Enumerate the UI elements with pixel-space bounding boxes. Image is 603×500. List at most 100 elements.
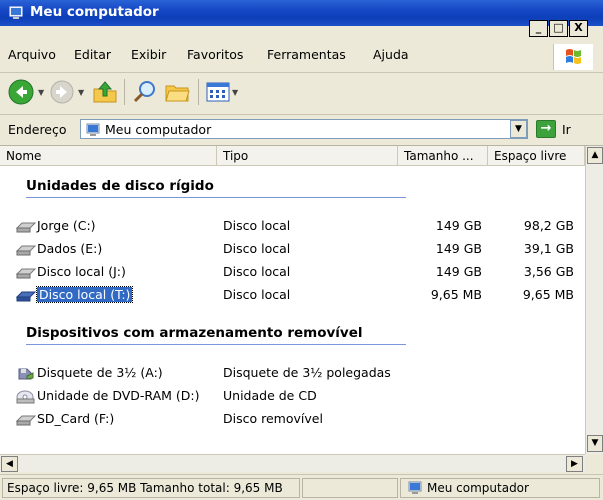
- horizontal-scrollbar[interactable]: ◀ ▶: [0, 454, 585, 472]
- drive-type: Disco local: [223, 264, 291, 279]
- drive-name: Dados (E:): [37, 241, 103, 256]
- drive-free: 3,56 GB: [523, 264, 574, 279]
- scroll-right-icon[interactable]: ▶: [566, 456, 583, 472]
- drive-name-cell: Disco local (T:): [16, 286, 134, 303]
- drive-free: 39,1 GB: [523, 241, 574, 256]
- search-icon[interactable]: [132, 79, 158, 105]
- column-header: Nome Tipo Tamanho ... Espaço livre: [0, 146, 585, 166]
- group-title: Dispositivos com armazenamento removível: [26, 325, 363, 341]
- windows-logo-icon: [553, 44, 593, 70]
- menu-exibir[interactable]: Exibir: [131, 47, 166, 62]
- drive-name-cell: Dados (E:): [16, 241, 102, 257]
- drive-name: Unidade de DVD-RAM (D:): [37, 388, 200, 403]
- status-location: Meu computador: [400, 478, 600, 498]
- table-row[interactable]: Disquete de 3½ (A:) Disquete de 3½ poleg…: [0, 363, 585, 383]
- minimize-button[interactable]: _: [529, 20, 548, 37]
- hard-drive-icon: [16, 291, 36, 301]
- drive-name: SD_Card (F:): [37, 411, 115, 426]
- address-value: Meu computador: [105, 122, 212, 137]
- maximize-button[interactable]: □: [549, 20, 568, 37]
- scroll-up-icon[interactable]: ▲: [587, 147, 603, 164]
- scroll-down-icon[interactable]: ▼: [587, 435, 603, 452]
- close-button[interactable]: X: [569, 20, 588, 37]
- back-dropdown-icon[interactable]: ▼: [38, 88, 44, 97]
- explorer-window: Meu computador _ □ X Arquivo Editar Exib…: [0, 0, 603, 500]
- my-computer-icon: [9, 6, 23, 19]
- toolbar: ▼ ▼ ▼: [0, 72, 603, 110]
- table-row[interactable]: Jorge (C:) Disco local 149 GB 98,2 GB: [0, 216, 585, 236]
- group-divider: [26, 344, 406, 345]
- back-icon[interactable]: [8, 79, 34, 105]
- menu-arquivo[interactable]: Arquivo: [8, 47, 56, 62]
- menu-editar[interactable]: Editar: [74, 47, 111, 62]
- drive-name-cell: SD_Card (F:): [16, 411, 114, 427]
- column-nome[interactable]: Nome: [0, 146, 217, 166]
- title-bar[interactable]: Meu computador: [0, 0, 603, 26]
- scroll-corner: [585, 454, 603, 472]
- column-espaco-livre[interactable]: Espaço livre: [488, 146, 585, 166]
- go-button-label[interactable]: Ir: [562, 122, 571, 137]
- drive-type: Unidade de CD: [223, 388, 317, 403]
- hard-drive-icon: [16, 222, 36, 232]
- table-row[interactable]: Disco local (J:) Disco local 149 GB 3,56…: [0, 262, 585, 282]
- vertical-scrollbar[interactable]: ▲ ▼: [585, 146, 603, 455]
- group-divider: [26, 197, 406, 198]
- floppy-icon: [18, 368, 34, 380]
- my-computer-icon: [408, 481, 422, 494]
- drive-size: 149 GB: [435, 241, 482, 256]
- drive-size: 149 GB: [435, 218, 482, 233]
- drive-name-cell: Jorge (C:): [16, 218, 96, 234]
- address-label: Endereço: [8, 122, 67, 137]
- status-location-text: Meu computador: [427, 481, 529, 495]
- up-folder-icon[interactable]: [92, 79, 118, 105]
- table-row-selected[interactable]: Disco local (T:) Disco local 9,65 MB 9,6…: [0, 285, 585, 305]
- drive-name: Disco local (J:): [37, 264, 126, 279]
- drive-name-cell: Disco local (J:): [16, 264, 126, 280]
- drive-type: Disquete de 3½ polegadas: [223, 365, 391, 380]
- column-tipo[interactable]: Tipo: [217, 146, 398, 166]
- go-arrow-icon[interactable]: →: [536, 120, 556, 138]
- drive-name-cell: Unidade de DVD-RAM (D:): [16, 388, 200, 404]
- drive-size: 149 GB: [435, 264, 482, 279]
- table-row[interactable]: Dados (E:) Disco local 149 GB 39,1 GB: [0, 239, 585, 259]
- scroll-left-icon[interactable]: ◀: [1, 456, 18, 472]
- folders-icon[interactable]: [164, 79, 192, 105]
- address-bar: Endereço Meu computador ▼ → Ir: [0, 114, 603, 142]
- views-dropdown-icon[interactable]: ▼: [232, 88, 238, 97]
- hard-drive-icon: [16, 268, 36, 278]
- drive-free: 9,65 MB: [522, 287, 574, 302]
- my-computer-icon: [86, 123, 100, 136]
- toolbar-separator: [198, 79, 199, 105]
- address-dropdown-icon[interactable]: ▼: [510, 120, 527, 138]
- menu-ajuda[interactable]: Ajuda: [373, 47, 409, 62]
- group-title: Unidades de disco rígido: [26, 178, 214, 194]
- menu-bar: Arquivo Editar Exibir Favoritos Ferramen…: [0, 42, 603, 66]
- drive-type: Disco local: [223, 241, 291, 256]
- title-gap: [0, 26, 603, 42]
- drive-type: Disco local: [223, 287, 291, 302]
- table-row[interactable]: Unidade de DVD-RAM (D:) Unidade de CD: [0, 386, 585, 406]
- drive-name-cell: Disquete de 3½ (A:): [16, 365, 163, 381]
- dvd-drive-icon: [16, 390, 35, 403]
- drive-name: Disquete de 3½ (A:): [37, 365, 163, 380]
- window-title: Meu computador: [30, 4, 159, 20]
- menu-ferramentas[interactable]: Ferramentas: [267, 47, 346, 62]
- drive-name: Jorge (C:): [37, 218, 96, 233]
- table-row[interactable]: SD_Card (F:) Disco removível: [0, 409, 585, 429]
- drive-name: Disco local (T:): [35, 286, 134, 303]
- status-empty-panel: [302, 478, 398, 498]
- views-icon[interactable]: [206, 80, 230, 104]
- status-bar: Espaço livre: 9,65 MB Tamanho total: 9,6…: [0, 474, 603, 500]
- drive-type: Disco removível: [223, 411, 323, 426]
- drive-size: 9,65 MB: [430, 287, 482, 302]
- status-free-space: Espaço livre: 9,65 MB Tamanho total: 9,6…: [2, 478, 300, 498]
- forward-icon[interactable]: [50, 80, 74, 104]
- file-list[interactable]: Nome Tipo Tamanho ... Espaço livre Unida…: [0, 145, 603, 455]
- forward-dropdown-icon[interactable]: ▼: [78, 88, 84, 97]
- address-input[interactable]: Meu computador: [80, 119, 528, 139]
- menu-favoritos[interactable]: Favoritos: [187, 47, 243, 62]
- column-tamanho[interactable]: Tamanho ...: [398, 146, 488, 166]
- hard-drive-icon: [16, 245, 36, 255]
- drive-free: 98,2 GB: [523, 218, 574, 233]
- drive-type: Disco local: [223, 218, 291, 233]
